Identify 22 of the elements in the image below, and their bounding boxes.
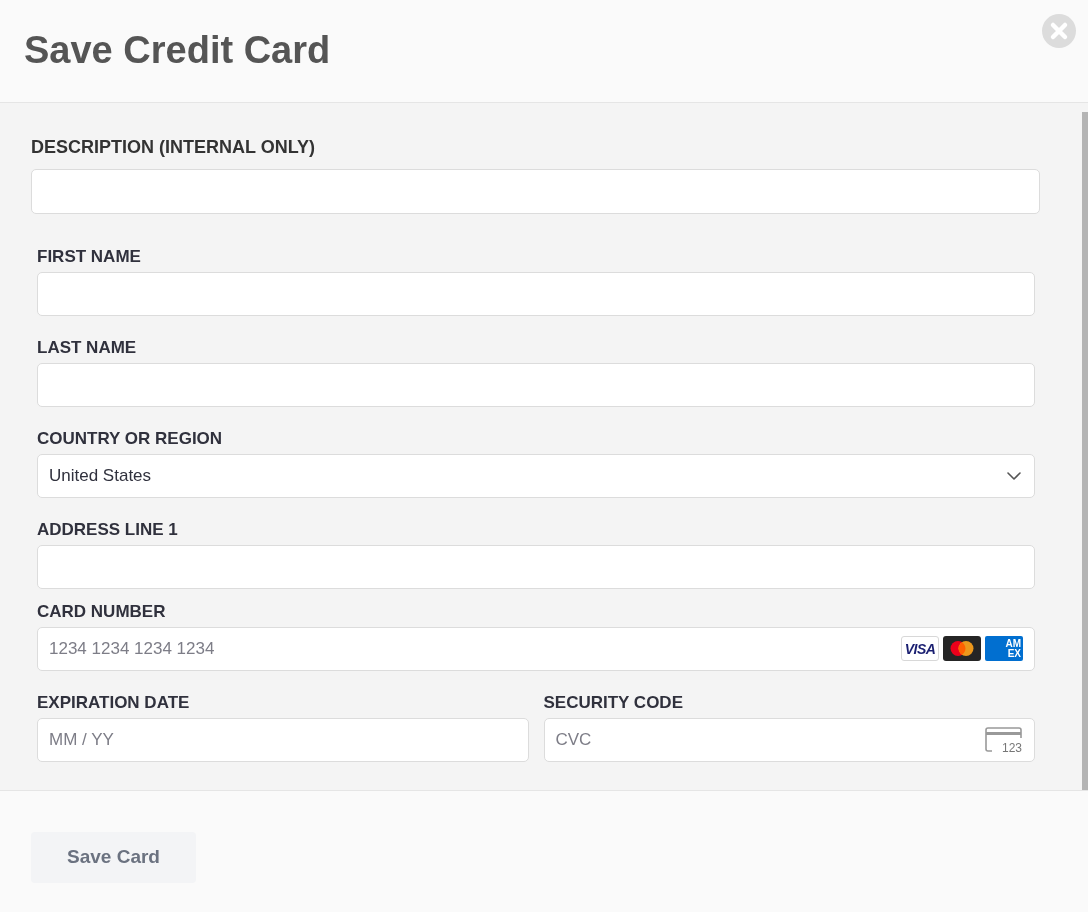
card-logo: AM EX bbox=[985, 636, 1023, 661]
field-label: EXPIRATION DATE bbox=[37, 693, 191, 713]
field-label: COUNTRY OR REGION bbox=[37, 429, 224, 449]
field-label: SECURITY CODE bbox=[543, 693, 684, 713]
text-field[interactable] bbox=[31, 169, 1040, 214]
text-field[interactable] bbox=[37, 363, 1035, 407]
field-label: FIRST NAME bbox=[37, 247, 142, 267]
dialog-title: Save Credit Card bbox=[24, 29, 331, 71]
field-label: CARD NUMBER bbox=[37, 602, 167, 622]
card-logo: VISA bbox=[901, 636, 939, 661]
field-label: ADDRESS LINE 1 bbox=[37, 520, 179, 540]
close-icon[interactable] bbox=[1042, 14, 1076, 48]
scrollbar-thumb[interactable] bbox=[1082, 112, 1088, 790]
save-card-button[interactable]: Save Card bbox=[31, 832, 196, 883]
card-logo-icon bbox=[943, 636, 981, 661]
text-field[interactable] bbox=[37, 272, 1035, 316]
text-field[interactable]: MM / YY bbox=[37, 718, 529, 762]
select-field[interactable]: United States bbox=[37, 454, 1035, 498]
field-label: LAST NAME bbox=[37, 338, 138, 358]
field-label: DESCRIPTION (INTERNAL ONLY) bbox=[31, 136, 317, 158]
text-field[interactable] bbox=[37, 545, 1035, 589]
chevron-down-icon bbox=[1007, 472, 1021, 480]
